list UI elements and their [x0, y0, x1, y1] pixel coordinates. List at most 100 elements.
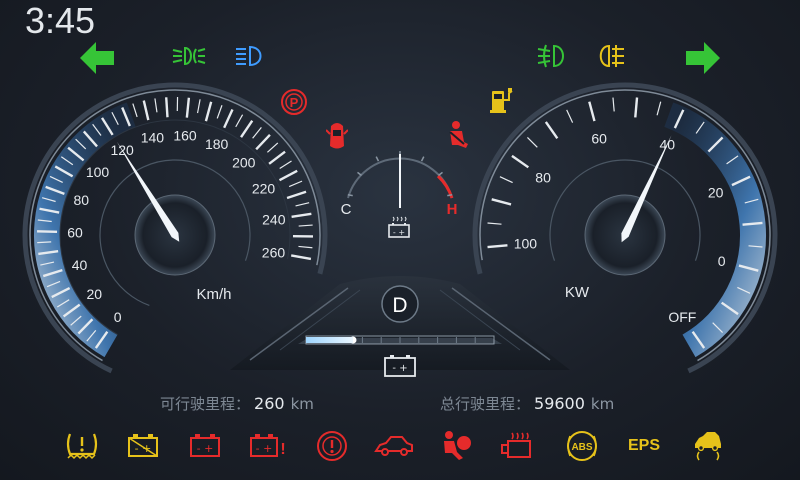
speed-major-tick — [268, 150, 286, 165]
range-display: 可行驶里程： 260 km — [160, 393, 314, 414]
battery-icon: - + — [186, 428, 226, 464]
speed-tick-label: 200 — [232, 154, 256, 170]
speed-tick-label: 240 — [262, 212, 286, 228]
speed-major-tick — [165, 97, 169, 118]
tire-pressure-icon — [62, 428, 102, 464]
speed-minor-tick — [295, 202, 310, 207]
speed-minor-tick — [235, 114, 244, 128]
engine-heat-icon — [498, 428, 538, 464]
speed-major-tick — [240, 119, 254, 138]
power-major-tick — [511, 154, 530, 169]
speed-tick-label: 60 — [67, 224, 83, 240]
power-major-tick — [487, 244, 508, 249]
speed-minor-tick — [216, 105, 223, 119]
speed-tick-label: 100 — [86, 164, 110, 180]
temperature-tick — [375, 156, 380, 162]
power-minor-tick — [487, 222, 502, 225]
speed-minor-tick — [252, 127, 262, 139]
front-fog-light-icon — [172, 46, 206, 66]
speed-minor-tick — [298, 224, 313, 227]
speed-minor-tick — [267, 142, 279, 153]
temperature-cold-label: C — [341, 201, 352, 218]
power-major-tick — [544, 121, 559, 140]
speed-tick-label: 20 — [86, 286, 102, 302]
clock: 3:45 — [24, 0, 96, 41]
odometer-value: 59600 — [534, 394, 585, 413]
speed-major-tick — [223, 109, 234, 129]
speed-major-tick — [255, 134, 271, 151]
speed-major-tick — [142, 100, 150, 121]
power-tick-label: 0 — [718, 253, 726, 269]
speed-minor-tick — [37, 241, 52, 244]
power-minor-tick — [566, 109, 574, 123]
speed-minor-tick — [154, 98, 158, 113]
airbag-icon — [436, 428, 476, 464]
speed-unit: Km/h — [196, 286, 231, 303]
battery-warning-icon: - + ! — [248, 428, 288, 464]
range-unit: km — [290, 395, 314, 413]
eps-indicator: EPS — [627, 437, 660, 454]
brake-warning-icon — [312, 428, 352, 464]
speed-tick-label: 0 — [114, 309, 122, 325]
traction-control-icon — [688, 428, 728, 464]
svg-text:- +: - + — [392, 363, 407, 374]
speed-tick-label: 40 — [72, 257, 88, 273]
low-beam-icon — [236, 45, 262, 67]
battery-heat-icon: - + — [388, 216, 410, 238]
temperature-tick — [420, 156, 425, 162]
svg-text:- +: - + — [393, 228, 405, 237]
odometer-label: 总行驶里程： — [440, 395, 531, 413]
speed-major-tick — [37, 230, 58, 234]
abs-icon: ABS — [562, 428, 602, 464]
speed-major-tick — [286, 190, 307, 200]
power-tick-label: 100 — [514, 236, 538, 252]
temperature-tick — [447, 194, 453, 197]
svg-text:!: ! — [280, 441, 285, 458]
svg-text:- +: - + — [256, 442, 273, 455]
speed-minor-tick — [132, 103, 138, 118]
power-minor-tick — [499, 176, 513, 184]
speed-minor-tick — [196, 99, 201, 114]
power-tick-label: 60 — [591, 130, 607, 146]
rear-fog-light-icon — [599, 44, 624, 68]
range-value: 260 — [254, 394, 285, 413]
center-console: D - + — [230, 276, 570, 377]
power-minor-tick — [612, 97, 615, 112]
arrow-left-icon — [80, 42, 114, 74]
speed-major-tick — [291, 212, 312, 219]
svg-text:ABS: ABS — [571, 442, 592, 453]
power-minor-tick — [526, 136, 538, 148]
speed-major-tick — [278, 169, 298, 182]
power-tick-label: 20 — [708, 185, 724, 201]
car-lift-icon — [374, 428, 414, 464]
temperature-gauge: C H - + — [341, 151, 458, 238]
power-major-tick — [634, 97, 639, 118]
speed-tick-label: 160 — [173, 128, 197, 144]
speed-major-tick — [185, 97, 191, 118]
battery-fault-icon: - + — [124, 428, 164, 464]
odometer-unit: km — [590, 395, 615, 413]
speed-minor-tick — [298, 245, 313, 249]
power-tick-label: OFF — [668, 309, 696, 325]
arrow-right-icon — [686, 42, 720, 74]
speed-tick-label: 220 — [252, 181, 276, 197]
power-major-tick — [491, 198, 512, 206]
speed-tick-label: 260 — [262, 244, 286, 260]
battery-level-fill — [306, 337, 353, 343]
power-minor-tick — [656, 101, 662, 116]
speed-tick-label: 80 — [73, 192, 89, 208]
speed-major-tick — [204, 101, 213, 122]
temperature-hot-label: H — [447, 201, 458, 218]
speed-tick-label: 180 — [205, 136, 229, 152]
position-light-icon — [537, 44, 564, 68]
gear-indicator: D — [392, 294, 407, 317]
speed-minor-tick — [279, 160, 292, 170]
range-label: 可行驶里程： — [160, 395, 251, 413]
odometer-display: 总行驶里程： 59600 km — [440, 393, 614, 414]
svg-text:- +: - + — [197, 442, 214, 455]
power-tick-label: 80 — [535, 170, 551, 186]
speed-minor-tick — [288, 180, 303, 188]
temperature-tick — [347, 194, 353, 197]
power-major-tick — [588, 101, 596, 122]
speed-tick-label: 140 — [141, 130, 165, 146]
